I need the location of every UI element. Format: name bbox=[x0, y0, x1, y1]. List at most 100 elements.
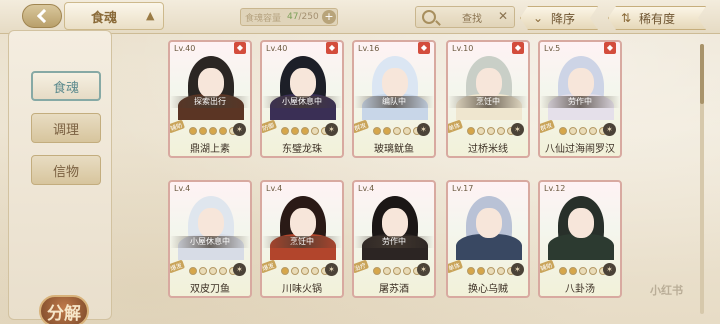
star-icon bbox=[393, 267, 401, 275]
sort-key-button[interactable]: ⇅ 稀有度 bbox=[608, 6, 706, 30]
card-level: Lv.4 bbox=[358, 184, 375, 193]
element-icon: ✶ bbox=[325, 123, 338, 136]
search-placeholder: 查找 bbox=[462, 13, 482, 25]
star-icon bbox=[291, 127, 299, 135]
foodsoul-card[interactable]: Lv.10 ◆ 烹饪中 单体 ✶ 过桥米线 bbox=[446, 40, 530, 158]
character-portrait bbox=[542, 54, 618, 120]
character-portrait bbox=[450, 54, 526, 120]
card-name: 双皮刀鱼 bbox=[190, 284, 230, 295]
character-portrait bbox=[264, 194, 340, 260]
foodsoul-card[interactable]: Lv.4 劳作中 治疗 ✶ 屠苏酒 bbox=[352, 180, 436, 298]
star-icon bbox=[579, 127, 587, 135]
card-level: Lv.40 bbox=[174, 44, 196, 53]
star-icon bbox=[383, 267, 391, 275]
character-portrait bbox=[356, 54, 432, 120]
add-capacity-button[interactable]: + bbox=[322, 10, 336, 24]
element-icon: ✶ bbox=[233, 263, 246, 276]
card-status: 编队中 bbox=[354, 96, 434, 108]
card-level: Lv.5 bbox=[544, 44, 561, 53]
new-badge-icon: ◆ bbox=[512, 42, 524, 54]
foodsoul-card[interactable]: Lv.16 ◆ 编队中 群攻 ✶ 玻璃鱿鱼 bbox=[352, 40, 436, 158]
new-badge-icon: ◆ bbox=[604, 42, 616, 54]
foodsoul-card[interactable]: Lv.4 烹饪中 爆发 ✶ 川味火锅 bbox=[260, 180, 344, 298]
star-icon bbox=[301, 127, 309, 135]
foodsoul-card[interactable]: Lv.5 ◆ 劳作中 群攻 ✶ 八仙过海闹罗汉 bbox=[538, 40, 622, 158]
character-portrait bbox=[264, 54, 340, 120]
card-status: 劳作中 bbox=[354, 236, 434, 248]
character-portrait bbox=[172, 194, 248, 260]
star-icon bbox=[467, 127, 475, 135]
sidebar-item-token[interactable]: 信物 bbox=[31, 155, 101, 185]
element-icon: ✶ bbox=[325, 263, 338, 276]
star-icon bbox=[467, 267, 475, 275]
sidebar-item-label: 食魂 bbox=[52, 80, 79, 96]
star-icon bbox=[497, 267, 505, 275]
decompose-button[interactable]: 分解 bbox=[39, 295, 89, 324]
foodsoul-card[interactable]: Lv.17 单体 ✶ 换心乌贼 bbox=[446, 180, 530, 298]
search-icon bbox=[422, 10, 436, 24]
star-icon bbox=[301, 267, 309, 275]
search-input[interactable]: 查找 ✕ bbox=[415, 6, 515, 28]
capacity-max: /250 bbox=[298, 12, 319, 22]
element-icon: ✶ bbox=[233, 123, 246, 136]
star-icon bbox=[487, 267, 495, 275]
star-icon bbox=[477, 267, 485, 275]
character-portrait bbox=[172, 54, 248, 120]
capacity-count: 47 bbox=[287, 12, 299, 22]
star-icon bbox=[189, 127, 197, 135]
star-icon bbox=[311, 267, 319, 275]
element-icon: ✶ bbox=[417, 123, 430, 136]
element-icon: ✶ bbox=[511, 263, 524, 276]
sidebar-item-foodsoul[interactable]: 食魂 bbox=[31, 71, 101, 101]
card-name: 八仙过海闹罗汉 bbox=[545, 144, 615, 155]
foodsoul-card[interactable]: Lv.40 ◆ 小屋休息中 防御 ✶ 东璧龙珠 bbox=[260, 40, 344, 158]
capacity-label: 食魂容量 bbox=[245, 13, 282, 24]
sidebar-item-cultivate[interactable]: 调理 bbox=[31, 113, 101, 143]
new-badge-icon: ◆ bbox=[418, 42, 430, 54]
star-icon bbox=[199, 267, 207, 275]
star-icon bbox=[311, 127, 319, 135]
star-icon bbox=[219, 267, 227, 275]
star-icon bbox=[373, 127, 381, 135]
card-level: Lv.16 bbox=[358, 44, 380, 53]
clear-icon[interactable]: ✕ bbox=[498, 9, 508, 23]
card-name: 东璧龙珠 bbox=[282, 144, 322, 155]
star-icon bbox=[189, 267, 197, 275]
star-icon bbox=[487, 127, 495, 135]
star-icon bbox=[569, 267, 577, 275]
star-icon bbox=[393, 127, 401, 135]
card-status: 劳作中 bbox=[540, 96, 620, 108]
back-button[interactable] bbox=[22, 4, 62, 28]
screen: 食魂 ▲ 食魂容量 47 /250 + 查找 ✕ ⌄ 降序 ⇅ 稀有度 食魂 调… bbox=[0, 0, 720, 324]
sort-order-button[interactable]: ⌄ 降序 bbox=[520, 6, 598, 30]
card-status: 烹饪中 bbox=[262, 236, 342, 248]
star-icon bbox=[579, 267, 587, 275]
sort-swap-icon: ⇅ bbox=[621, 11, 632, 25]
card-status: 小屋休息中 bbox=[262, 96, 342, 108]
foodsoul-card[interactable]: Lv.12 辅助 ✶ 八卦汤 bbox=[538, 180, 622, 298]
character-portrait bbox=[542, 194, 618, 260]
sort-arrow-icon: ⌄ bbox=[533, 11, 544, 25]
card-level: Lv.40 bbox=[266, 44, 288, 53]
card-name: 鼎湖上素 bbox=[190, 144, 230, 155]
sort-order-label: 降序 bbox=[551, 11, 576, 26]
card-name: 川味火锅 bbox=[282, 284, 322, 295]
star-icon bbox=[209, 127, 217, 135]
foodsoul-card[interactable]: Lv.4 小屋休息中 爆发 ✶ 双皮刀鱼 bbox=[168, 180, 252, 298]
card-level: Lv.4 bbox=[266, 184, 283, 193]
page-title-text: 食魂 bbox=[91, 10, 118, 26]
star-icon bbox=[281, 267, 289, 275]
scrollbar-thumb[interactable] bbox=[700, 44, 704, 104]
element-icon: ✶ bbox=[417, 263, 430, 276]
card-name: 屠苏酒 bbox=[379, 284, 409, 295]
card-status: 探索出行 bbox=[170, 96, 250, 108]
star-icon bbox=[291, 267, 299, 275]
card-status: 烹饪中 bbox=[448, 96, 528, 108]
foodsoul-card[interactable]: Lv.40 ◆ 探索出行 辅助 ✶ 鼎湖上素 bbox=[168, 40, 252, 158]
capacity-display: 食魂容量 47 /250 + bbox=[240, 8, 338, 26]
card-name: 玻璃鱿鱼 bbox=[374, 144, 414, 155]
sidebar-item-label: 信物 bbox=[52, 164, 79, 180]
card-name: 八卦汤 bbox=[565, 284, 595, 295]
star-icon bbox=[383, 127, 391, 135]
card-status: 小屋休息中 bbox=[170, 236, 250, 248]
